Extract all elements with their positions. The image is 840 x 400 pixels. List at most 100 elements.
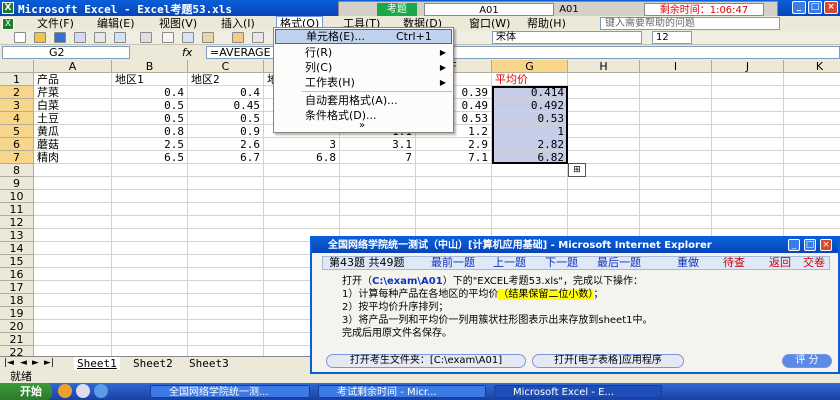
empty-cell[interactable]	[640, 164, 712, 177]
menu-window[interactable]: 窗口(W)	[466, 16, 513, 31]
empty-cell[interactable]	[112, 346, 188, 356]
menu-edit[interactable]: 编辑(E)	[94, 16, 138, 31]
name-box[interactable]: G2	[2, 46, 130, 59]
data-cell[interactable]: 2.82	[492, 138, 568, 151]
empty-cell[interactable]	[188, 190, 264, 203]
taskbar-item-timer[interactable]: 考试剩余时间 - Micr...	[318, 385, 486, 398]
permission-icon[interactable]	[74, 32, 86, 43]
row-header[interactable]: 15	[0, 255, 34, 268]
empty-cell[interactable]	[264, 190, 340, 203]
taskbar-item-excel[interactable]: Microsoft Excel - E...	[494, 385, 662, 398]
empty-cell[interactable]	[640, 86, 712, 99]
data-cell[interactable]: 0.5	[112, 99, 188, 112]
empty-cell[interactable]	[340, 164, 416, 177]
empty-cell[interactable]	[640, 99, 712, 112]
header-cell[interactable]: 平均价	[492, 73, 568, 86]
empty-cell[interactable]	[34, 320, 112, 333]
font-size-select[interactable]: 12	[652, 31, 692, 44]
empty-cell[interactable]	[640, 190, 712, 203]
empty-cell[interactable]	[784, 177, 840, 190]
data-cell[interactable]: 3	[264, 138, 340, 151]
data-cell[interactable]: 黄瓜	[34, 125, 112, 138]
menu-item-cells[interactable]: 单元格(E)... Ctrl+1	[275, 29, 452, 44]
data-cell[interactable]: 7	[340, 151, 416, 164]
data-cell[interactable]: 土豆	[34, 112, 112, 125]
empty-cell[interactable]	[188, 268, 264, 281]
data-cell[interactable]: 2.9	[416, 138, 492, 151]
save-icon[interactable]	[54, 32, 66, 43]
empty-cell[interactable]	[188, 255, 264, 268]
format-painter-icon[interactable]	[232, 32, 244, 43]
empty-cell[interactable]	[712, 112, 784, 125]
empty-cell[interactable]	[784, 151, 840, 164]
empty-cell[interactable]	[188, 281, 264, 294]
print-icon[interactable]	[94, 32, 106, 43]
empty-cell[interactable]	[188, 242, 264, 255]
data-cell[interactable]: 0.8	[112, 125, 188, 138]
empty-cell[interactable]	[568, 190, 640, 203]
start-button[interactable]: 开始	[0, 383, 52, 400]
empty-cell[interactable]	[784, 190, 840, 203]
sheet-tab-3[interactable]: Sheet3	[186, 357, 232, 370]
data-cell[interactable]: 0.45	[188, 99, 264, 112]
header-cell[interactable]: 地区2	[188, 73, 264, 86]
help-search-input[interactable]: 键入需要帮助的问题	[600, 17, 780, 30]
taskbar-item-exam-browser[interactable]: 全国网络学院统一测...	[150, 385, 310, 398]
row-header[interactable]: 13	[0, 229, 34, 242]
empty-cell[interactable]	[34, 281, 112, 294]
menu-item-autoformat[interactable]: 自动套用格式(A)...	[275, 93, 452, 108]
empty-cell[interactable]	[188, 333, 264, 346]
empty-cell[interactable]	[568, 216, 640, 229]
empty-cell[interactable]	[188, 203, 264, 216]
row-header[interactable]: 11	[0, 203, 34, 216]
empty-cell[interactable]	[112, 255, 188, 268]
empty-cell[interactable]	[492, 164, 568, 177]
empty-cell[interactable]	[416, 164, 492, 177]
empty-cell[interactable]	[112, 203, 188, 216]
prev-question-link[interactable]: 上一题	[493, 257, 526, 269]
prev-sheet-icon[interactable]: ◄	[20, 358, 27, 368]
empty-cell[interactable]	[640, 203, 712, 216]
column-header[interactable]: H	[568, 60, 640, 73]
row-header[interactable]: 20	[0, 320, 34, 333]
redo-link[interactable]: 重做	[677, 257, 699, 269]
row-header[interactable]: 22	[0, 346, 34, 356]
data-cell[interactable]: 2.5	[112, 138, 188, 151]
paste-icon[interactable]	[202, 32, 214, 43]
empty-cell[interactable]	[188, 294, 264, 307]
empty-cell[interactable]	[712, 164, 784, 177]
empty-cell[interactable]	[712, 216, 784, 229]
insert-function-icon[interactable]: fx	[182, 46, 202, 59]
data-cell[interactable]: 6.7	[188, 151, 264, 164]
next-question-link[interactable]: 下一题	[545, 257, 578, 269]
empty-cell[interactable]	[492, 190, 568, 203]
data-cell[interactable]: 蘑菇	[34, 138, 112, 151]
exam-close-button[interactable]: ×	[820, 239, 832, 251]
empty-cell[interactable]	[712, 190, 784, 203]
empty-cell[interactable]	[712, 99, 784, 112]
empty-cell[interactable]	[34, 242, 112, 255]
paste-options-icon[interactable]: ⊞	[568, 163, 586, 177]
empty-cell[interactable]	[712, 203, 784, 216]
empty-cell[interactable]	[34, 229, 112, 242]
first-sheet-icon[interactable]: |◄	[4, 358, 14, 368]
empty-cell[interactable]	[416, 216, 492, 229]
row-header[interactable]: 6	[0, 138, 34, 151]
empty-cell[interactable]	[112, 177, 188, 190]
empty-cell[interactable]	[34, 216, 112, 229]
sheet-tab-2[interactable]: Sheet2	[130, 357, 176, 370]
menu-insert[interactable]: 插入(I)	[218, 16, 258, 31]
header-cell[interactable]: 地区1	[112, 73, 188, 86]
data-cell[interactable]: 3.1	[340, 138, 416, 151]
pending-link[interactable]: 待查	[723, 257, 745, 269]
column-header[interactable]: J	[712, 60, 784, 73]
empty-cell[interactable]	[112, 229, 188, 242]
header-cell[interactable]: 产品	[34, 73, 112, 86]
open-candidate-folder-button[interactable]: 打开考生文件夹：[C:\exam\A01]	[326, 354, 526, 368]
empty-cell[interactable]	[188, 177, 264, 190]
cut-icon[interactable]	[162, 32, 174, 43]
empty-cell[interactable]	[416, 177, 492, 190]
expand-menu-icon[interactable]: »	[275, 121, 452, 132]
row-header[interactable]: 3	[0, 99, 34, 112]
data-cell[interactable]: 芹菜	[34, 86, 112, 99]
